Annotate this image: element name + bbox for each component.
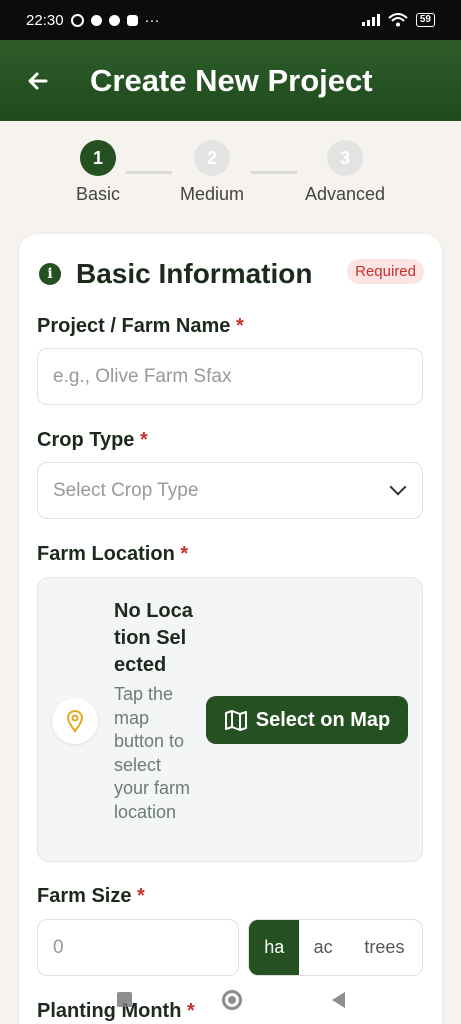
wifi-icon	[388, 13, 408, 27]
map-icon	[224, 710, 247, 731]
messenger-icon	[90, 14, 102, 26]
basic-info-card: i Basic Information Required Project / F…	[19, 234, 442, 1024]
step-medium[interactable]: 2 Medium	[174, 140, 250, 205]
chat-icon	[126, 14, 138, 26]
page-title: Create New Project	[90, 62, 373, 98]
button-label: Select on Map	[255, 708, 391, 731]
step-label: Advanced	[304, 184, 386, 204]
home-icon[interactable]	[221, 989, 242, 1010]
required-star: *	[180, 543, 189, 565]
step-advanced[interactable]: 3 Advanced	[300, 140, 390, 205]
crop-type-label: Crop Type *	[37, 429, 148, 452]
alarm-icon	[70, 13, 84, 27]
step-number: 1	[80, 140, 116, 176]
battery-icon: 59	[415, 13, 435, 27]
location-panel: No Location Selected Tap the map button …	[37, 577, 423, 862]
step-label: Medium	[179, 184, 245, 204]
unit-ac[interactable]: ac	[299, 920, 346, 975]
farm-size-input[interactable]: 0	[37, 919, 239, 976]
location-status-title: No Location Selected	[114, 600, 193, 676]
app-bar: Create New Project	[0, 40, 461, 121]
system-nav-bar	[0, 975, 461, 1024]
chevron-down-icon	[389, 478, 407, 496]
section-header: i Basic Information	[39, 258, 312, 290]
label-text: Crop Type	[37, 429, 135, 451]
label-text: Project / Farm Name	[37, 315, 231, 337]
back-nav-icon[interactable]	[331, 991, 345, 1008]
select-on-map-button[interactable]: Select on Map	[206, 696, 408, 744]
section-title: Basic Information	[76, 258, 313, 289]
progress-stepper: 1 Basic 2 Medium 3 Advanced	[0, 140, 461, 210]
crop-type-select[interactable]: Select Crop Type	[37, 462, 423, 519]
messenger-icon-2	[108, 14, 120, 26]
step-label: Basic	[75, 184, 120, 204]
arrow-left-icon[interactable]	[26, 69, 50, 93]
signal-icon	[361, 14, 380, 26]
farm-location-label: Farm Location *	[37, 543, 188, 566]
placeholder: e.g., Olive Farm Sfax	[53, 365, 232, 387]
more-notifications-icon: ···	[144, 11, 160, 29]
unit-selector: ha ac trees	[248, 919, 423, 976]
label-text: Farm Size	[37, 885, 132, 907]
info-icon: i	[39, 263, 61, 285]
unit-trees[interactable]: trees	[347, 920, 422, 975]
location-help-text: Tap the map button to select your farm l…	[114, 684, 191, 822]
step-number: 2	[194, 140, 230, 176]
unit-ha[interactable]: ha	[249, 920, 300, 975]
project-name-input[interactable]: e.g., Olive Farm Sfax	[37, 348, 423, 405]
placeholder: Select Crop Type	[53, 479, 199, 501]
placeholder: 0	[53, 936, 64, 958]
farm-size-label: Farm Size *	[37, 885, 145, 908]
label-text: Farm Location	[37, 543, 175, 565]
project-name-label: Project / Farm Name *	[37, 315, 244, 338]
required-star: *	[137, 885, 145, 907]
step-connector	[126, 171, 172, 174]
location-pin-icon	[52, 698, 98, 744]
step-number: 3	[327, 140, 363, 176]
step-connector	[251, 171, 297, 174]
recents-icon[interactable]	[116, 992, 132, 1007]
required-star: *	[235, 315, 244, 337]
step-basic[interactable]: 1 Basic	[67, 140, 129, 205]
status-time: 22:30	[26, 11, 64, 29]
required-badge: Required	[347, 259, 424, 284]
required-star: *	[139, 429, 148, 451]
status-bar: 22:30 ··· 59	[0, 0, 461, 40]
